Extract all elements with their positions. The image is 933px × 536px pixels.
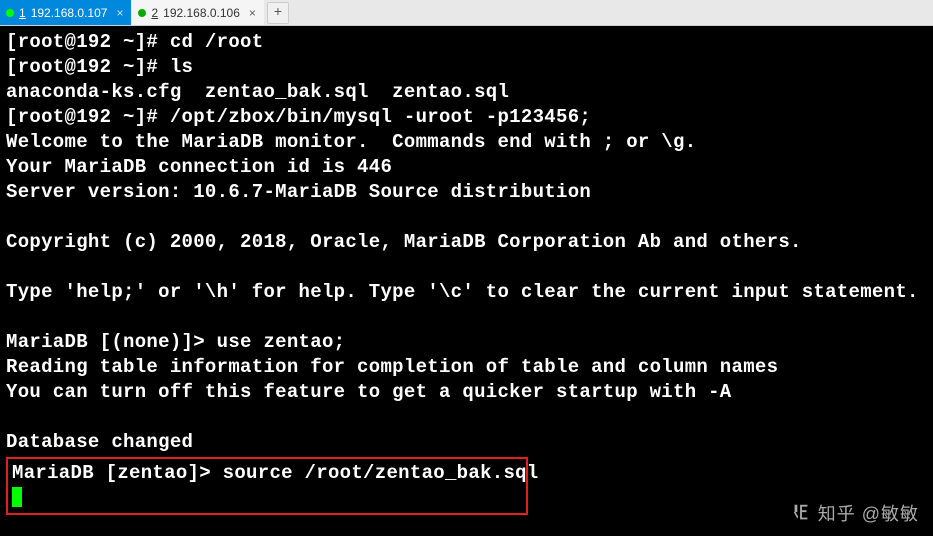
zhihu-icon: [790, 502, 812, 524]
tab-label: 192.168.0.107: [31, 6, 108, 20]
terminal-current-line: MariaDB [zentao]> source /root/zentao_ba…: [12, 462, 539, 484]
terminal-line: anaconda-ks.cfg zentao_bak.sql zentao.sq…: [6, 80, 927, 105]
status-dot-icon: [138, 9, 146, 17]
terminal-line: Type 'help;' or '\h' for help. Type '\c'…: [6, 280, 927, 305]
terminal-line: [root@192 ~]# ls: [6, 55, 927, 80]
highlight-box: MariaDB [zentao]> source /root/zentao_ba…: [6, 457, 528, 515]
terminal-line: MariaDB [(none)]> use zentao;: [6, 330, 927, 355]
terminal-line: [6, 255, 927, 280]
terminal-line: [6, 205, 927, 230]
terminal-line: [6, 405, 927, 430]
tab-index: 2: [151, 6, 158, 20]
terminal-line: [root@192 ~]# /opt/zbox/bin/mysql -uroot…: [6, 105, 927, 130]
add-tab-button[interactable]: +: [267, 2, 289, 24]
terminal-line: Copyright (c) 2000, 2018, Oracle, MariaD…: [6, 230, 927, 255]
tab-active[interactable]: 1 192.168.0.107 ×: [0, 0, 131, 25]
terminal-line: [6, 305, 927, 330]
terminal-line: Reading table information for completion…: [6, 355, 927, 380]
status-dot-icon: [6, 9, 14, 17]
terminal-line: Welcome to the MariaDB monitor. Commands…: [6, 130, 927, 155]
watermark: 知乎 @敏敏: [790, 500, 919, 526]
terminal-line: Server version: 10.6.7-MariaDB Source di…: [6, 180, 927, 205]
terminal-line: Database changed: [6, 430, 927, 455]
terminal[interactable]: [root@192 ~]# cd /root [root@192 ~]# ls …: [0, 26, 933, 519]
tab-bar: 1 192.168.0.107 × 2 192.168.0.106 × +: [0, 0, 933, 26]
plus-icon: +: [274, 5, 282, 21]
tab-index: 1: [19, 6, 26, 20]
terminal-line: You can turn off this feature to get a q…: [6, 380, 927, 405]
tab-inactive[interactable]: 2 192.168.0.106 ×: [132, 0, 263, 25]
terminal-line: [root@192 ~]# cd /root: [6, 30, 927, 55]
terminal-line: Your MariaDB connection id is 446: [6, 155, 927, 180]
close-icon[interactable]: ×: [249, 6, 256, 20]
tab-label: 192.168.0.106: [163, 6, 240, 20]
close-icon[interactable]: ×: [116, 6, 123, 20]
watermark-text: 知乎 @敏敏: [818, 500, 919, 526]
cursor-icon: [12, 487, 22, 507]
